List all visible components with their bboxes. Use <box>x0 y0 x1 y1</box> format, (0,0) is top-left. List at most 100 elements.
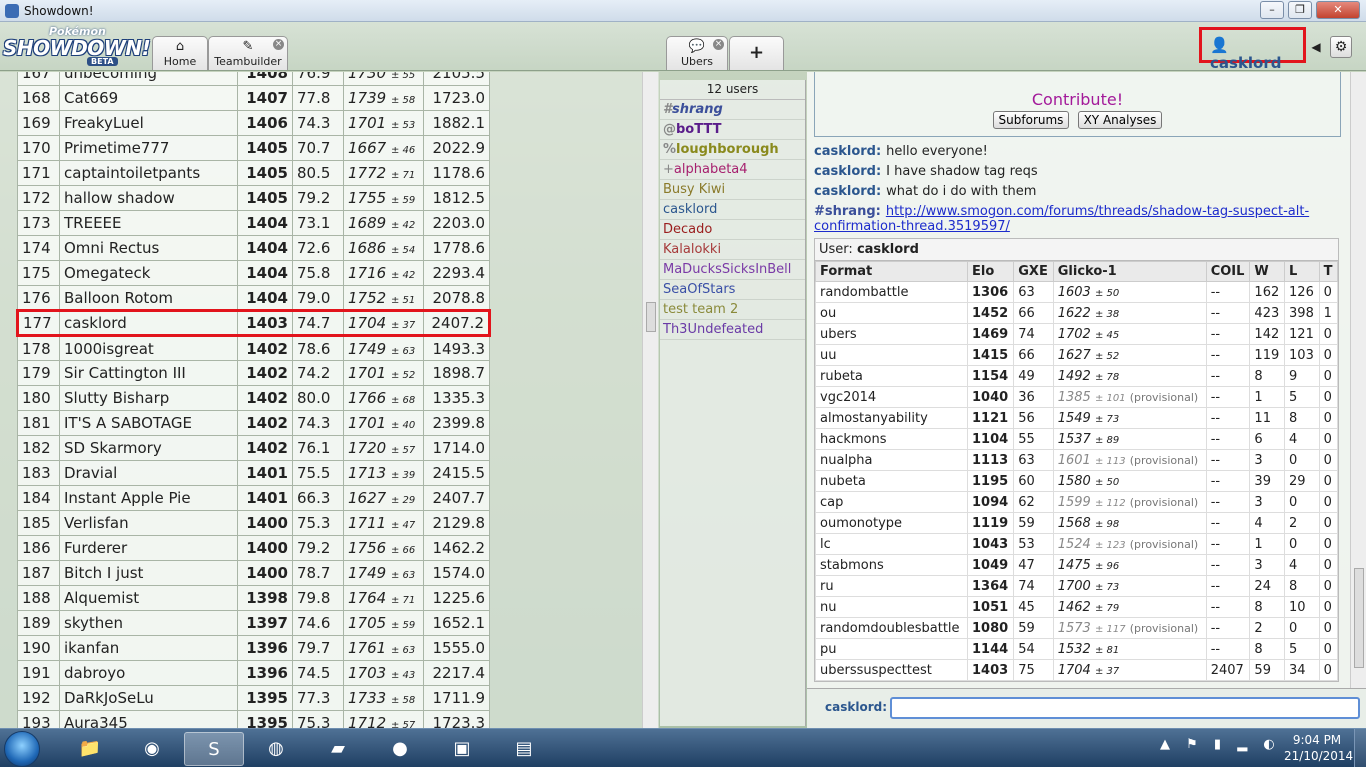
ladder-row[interactable]: 189 skythen 1397 74.6 1705 ± 59 1652.1 <box>17 610 490 636</box>
explorer-icon[interactable]: 📁 <box>60 732 120 766</box>
ladder-row[interactable]: 184 Instant Apple Pie 1401 66.3 1627 ± 29 240… <box>17 485 490 511</box>
user-list-item[interactable]: test team 2 <box>660 300 805 320</box>
ladder-row[interactable]: 178 1000isgreat 1402 78.6 1749 ± 63 1493.3 <box>17 335 490 361</box>
ladder-row[interactable]: 170 Primetime777 1405 70.7 1667 ± 46 2022.9 <box>17 135 490 161</box>
ladder-row[interactable]: 187 Bitch I just 1400 78.7 1749 ± 63 1574.0 <box>17 560 490 586</box>
chat-input[interactable] <box>890 697 1360 719</box>
player-name-cell[interactable]: Balloon Rotom <box>59 285 238 311</box>
player-name-cell[interactable]: Furderer <box>59 535 238 561</box>
user-list-item[interactable]: %loughborough <box>660 140 805 160</box>
player-name-cell[interactable]: 1000isgreat <box>59 335 238 361</box>
player-name-cell[interactable]: Primetime777 <box>59 135 238 161</box>
sticky-notes-icon[interactable]: ▰ <box>308 732 368 766</box>
subforums-button[interactable]: Subforums <box>992 111 1070 129</box>
player-name-cell[interactable]: skythen <box>59 610 238 636</box>
player-name-cell[interactable]: Omni Rectus <box>59 235 238 261</box>
ladder-row[interactable]: 169 FreakyLuel 1406 74.3 1701 ± 53 1882.1 <box>17 110 490 136</box>
ladder-row[interactable]: 174 Omni Rectus 1404 72.6 1686 ± 54 1778.6 <box>17 235 490 261</box>
terminal-icon[interactable]: ▤ <box>494 732 554 766</box>
user-list-item[interactable]: casklord <box>660 200 805 220</box>
user-list-item[interactable]: Decado <box>660 220 805 240</box>
spotify-icon[interactable]: ● <box>370 732 430 766</box>
ladder-row[interactable]: 180 Slutty Bisharp 1402 80.0 1766 ± 68 1335.3 <box>17 385 490 411</box>
ladder-row[interactable]: 182 SD Skarmory 1402 76.1 1720 ± 57 1714.0 <box>17 435 490 461</box>
minimize-button[interactable]: – <box>1260 1 1284 19</box>
ladder-row[interactable]: 185 Verlisfan 1400 75.3 1711 ± 47 2129.8 <box>17 510 490 536</box>
ladder-row[interactable]: 193 Aura345 1395 75.3 1712 ± 57 1723.3 <box>17 710 490 728</box>
user-list-item[interactable]: Busy Kiwi <box>660 180 805 200</box>
ladder-row[interactable]: 168 Cat669 1407 77.8 1739 ± 58 1723.0 <box>17 85 490 111</box>
ladder-row[interactable]: 171 captaintoiletpants 1405 80.5 1772 ± 71 11… <box>17 160 490 186</box>
chat-scrollbar[interactable] <box>1350 72 1366 688</box>
player-name-cell[interactable]: Cat669 <box>59 85 238 111</box>
user-name-box[interactable]: 👤 casklord <box>1199 27 1306 72</box>
player-name-cell[interactable]: Bitch I just <box>59 560 238 586</box>
ladder-row[interactable]: 191 dabroyo 1396 74.5 1703 ± 43 2217.4 <box>17 660 490 686</box>
user-list-item[interactable]: @boTTT <box>660 120 805 140</box>
ladder-row[interactable]: 175 Omegateck 1404 75.8 1716 ± 42 2293.4 <box>17 260 490 286</box>
losses-cell: 29 <box>1284 470 1320 492</box>
start-button[interactable] <box>4 731 40 767</box>
player-name-cell[interactable]: Dravial <box>59 460 238 486</box>
maximize-button[interactable]: ❐ <box>1288 1 1312 19</box>
gear-icon[interactable]: ⚙ <box>1330 36 1352 58</box>
ladder-row[interactable]: 190 ikanfan 1396 79.7 1761 ± 63 1555.0 <box>17 635 490 661</box>
player-name-cell[interactable]: DaRkJoSeLu <box>59 685 238 711</box>
player-name-cell[interactable]: casklord <box>59 309 238 337</box>
player-name-cell[interactable]: Verlisfan <box>59 510 238 536</box>
scrollbar-thumb[interactable] <box>1354 568 1364 668</box>
showdown-logo[interactable]: Pokémon SHOWDOWN! BETA <box>3 25 151 67</box>
player-name-cell[interactable]: hallow shadow <box>59 185 238 211</box>
ladder-row[interactable]: 186 Furderer 1400 79.2 1756 ± 66 1462.2 <box>17 535 490 561</box>
ladder-row[interactable]: 172 hallow shadow 1405 79.2 1755 ± 59 1812.5 <box>17 185 490 211</box>
showdown-taskbar-icon[interactable]: S <box>184 732 244 766</box>
firefox-icon[interactable]: ◍ <box>246 732 306 766</box>
ladder-row[interactable]: 181 IT'S A SABOTAGE 1402 74.3 1701 ± 40 2399.… <box>17 410 490 436</box>
user-list-item[interactable]: Th3Undefeated <box>660 320 805 340</box>
player-name-cell[interactable]: TREEEE <box>59 210 238 236</box>
close-tab-icon[interactable]: × <box>713 39 724 50</box>
player-name-cell[interactable]: SD Skarmory <box>59 435 238 461</box>
player-name-cell[interactable]: captaintoiletpants <box>59 160 238 186</box>
player-name-cell[interactable]: Omegateck <box>59 260 238 286</box>
ladder-row[interactable]: 192 DaRkJoSeLu 1395 77.3 1733 ± 58 1711.9 <box>17 685 490 711</box>
player-name-cell[interactable]: Aura345 <box>59 710 238 728</box>
ladder-row[interactable]: 176 Balloon Rotom 1404 79.0 1752 ± 51 2078.8 <box>17 285 490 311</box>
player-name-cell[interactable]: Slutty Bisharp <box>59 385 238 411</box>
sound-icon[interactable]: ◀ <box>1308 39 1324 55</box>
system-tray[interactable]: ▲ ⚑ ▮ ▂ ◐ <box>1160 737 1281 752</box>
player-name-cell[interactable]: Instant Apple Pie <box>59 485 238 511</box>
ladder-row[interactable]: 179 Sir Cattington III 1402 74.2 1701 ± 52 18… <box>17 360 490 386</box>
scrollbar-thumb[interactable] <box>646 302 656 332</box>
ladder-row[interactable]: 183 Dravial 1401 75.5 1713 ± 39 2415.5 <box>17 460 490 486</box>
close-window-button[interactable]: ✕ <box>1316 1 1360 19</box>
ladder-row[interactable]: 188 Alquemist 1398 79.8 1764 ± 71 1225.6 <box>17 585 490 611</box>
player-name-cell[interactable]: Alquemist <box>59 585 238 611</box>
clock[interactable]: 9:04 PM 21/10/2014 <box>1284 732 1353 764</box>
user-list-item[interactable]: Kalalokki <box>660 240 805 260</box>
player-name-cell[interactable]: Sir Cattington III <box>59 360 238 386</box>
ladder-scrollbar[interactable] <box>642 72 658 728</box>
tab-ubers-room[interactable]: 💬 Ubers × <box>666 36 728 70</box>
player-name-cell[interactable]: IT'S A SABOTAGE <box>59 410 238 436</box>
app-icon[interactable]: ▣ <box>432 732 492 766</box>
player-name-cell[interactable]: ikanfan <box>59 635 238 661</box>
ladder-row-highlighted[interactable]: 177 casklord 1403 74.7 1704 ± 37 2407.2 <box>16 309 491 337</box>
user-list-item[interactable]: MaDucksSicksInBell <box>660 260 805 280</box>
player-name-cell[interactable]: unbecoming <box>59 72 238 86</box>
user-list-item[interactable]: SeaOfStars <box>660 280 805 300</box>
show-desktop-button[interactable] <box>1354 729 1366 767</box>
ladder-row[interactable]: 167 unbecoming 1408 76.9 1730 ± 55 2105.5 <box>17 72 490 86</box>
player-name-cell[interactable]: dabroyo <box>59 660 238 686</box>
new-tab-button[interactable]: + <box>729 36 784 70</box>
tab-teambuilder[interactable]: ✎ Teambuilder × <box>208 36 288 70</box>
close-tab-icon[interactable]: × <box>273 39 284 50</box>
user-list-item[interactable]: +alphabeta4 <box>660 160 805 180</box>
smogon-thread-link[interactable]: http://www.smogon.com/forums/threads/sha… <box>814 204 1309 234</box>
user-list-item[interactable]: #shrang <box>660 100 805 120</box>
chrome-icon[interactable]: ◉ <box>122 732 182 766</box>
xy-analyses-button[interactable]: XY Analyses <box>1077 111 1163 129</box>
player-name-cell[interactable]: FreakyLuel <box>59 110 238 136</box>
ladder-row[interactable]: 173 TREEEE 1404 73.1 1689 ± 42 2203.0 <box>17 210 490 236</box>
tab-home[interactable]: ⌂ Home <box>152 36 208 70</box>
